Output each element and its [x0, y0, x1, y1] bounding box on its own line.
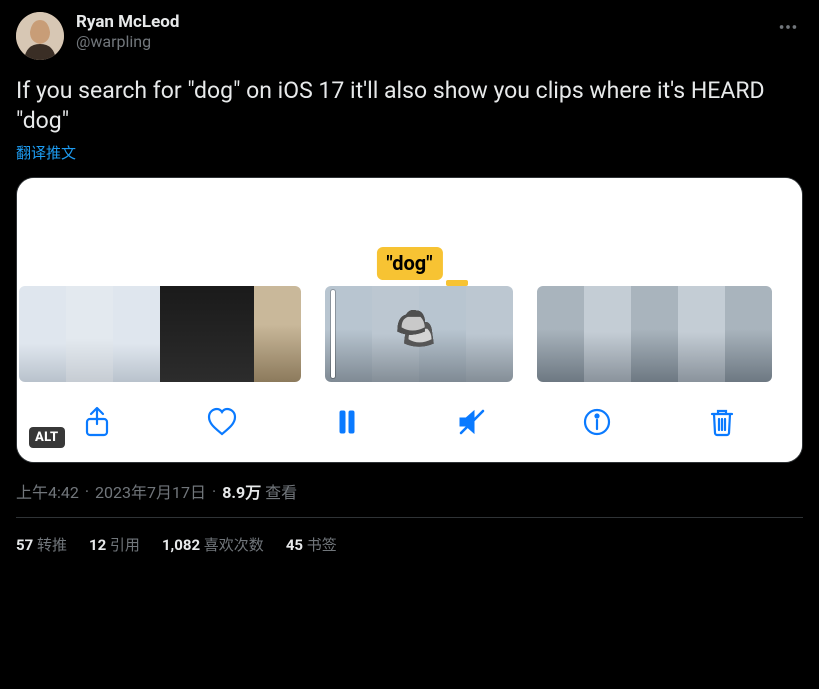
more-options-button[interactable]: [773, 12, 803, 46]
tweet-date[interactable]: 2023年7月17日: [95, 479, 206, 503]
handle: @warpling: [76, 32, 179, 52]
video-thumbnail: [584, 286, 631, 382]
alt-badge[interactable]: ALT: [29, 427, 65, 448]
video-thumbnail: [678, 286, 725, 382]
tweet-header: Ryan McLeod @warpling: [16, 12, 803, 60]
tweet-container: Ryan McLeod @warpling If you search for …: [0, 0, 819, 555]
video-thumbnail: [372, 286, 419, 382]
like-button[interactable]: [200, 400, 244, 444]
mute-button[interactable]: [450, 400, 494, 444]
video-thumbnail: [254, 286, 301, 382]
bookmarks-stat[interactable]: 45 书签: [286, 534, 337, 555]
video-thumbnail: [207, 286, 254, 382]
avatar[interactable]: [16, 12, 64, 60]
tweet-stats: 57 转推 12 引用 1,082 喜欢次数 45 书签: [16, 518, 803, 555]
clip-group[interactable]: [19, 286, 301, 382]
video-thumbnail: [537, 286, 584, 382]
video-thumbnail: [725, 286, 772, 382]
media-top-area: "dog": [17, 178, 802, 286]
views-label: 查看: [265, 483, 297, 502]
display-name: Ryan McLeod: [76, 12, 179, 32]
separator: ·: [212, 482, 216, 501]
quotes-stat[interactable]: 12 引用: [89, 534, 140, 555]
video-thumbnail: [466, 286, 513, 382]
pause-button[interactable]: [325, 400, 369, 444]
clip-group-active[interactable]: [325, 286, 513, 382]
author-block[interactable]: Ryan McLeod @warpling: [76, 12, 179, 52]
tweet-time[interactable]: 上午4:42: [16, 479, 79, 503]
speech-match-badge: "dog": [376, 247, 442, 280]
retweets-stat[interactable]: 57 转推: [16, 534, 67, 555]
tweet-text: If you search for "dog" on iOS 17 it'll …: [16, 76, 803, 136]
delete-button[interactable]: [700, 400, 744, 444]
video-thumbnail: [66, 286, 113, 382]
video-thumbnail: [19, 286, 66, 382]
share-button[interactable]: [75, 400, 119, 444]
media-toolbar: [17, 382, 802, 462]
video-thumbnail: [160, 286, 207, 382]
info-button[interactable]: [575, 400, 619, 444]
translate-link[interactable]: 翻译推文: [16, 142, 76, 163]
views-count: 8.9万: [222, 483, 261, 502]
clip-group[interactable]: [537, 286, 772, 382]
video-thumbnail: [325, 286, 372, 382]
video-thumbnail: [113, 286, 160, 382]
video-thumbnail: [419, 286, 466, 382]
tweet-meta: 上午4:42 · 2023年7月17日 · 8.9万 查看: [16, 479, 803, 503]
clip-timeline[interactable]: [17, 286, 802, 382]
video-thumbnail: [631, 286, 678, 382]
separator: ·: [85, 482, 89, 501]
media-attachment[interactable]: "dog": [16, 177, 803, 463]
likes-stat[interactable]: 1,082 喜欢次数: [162, 534, 264, 555]
